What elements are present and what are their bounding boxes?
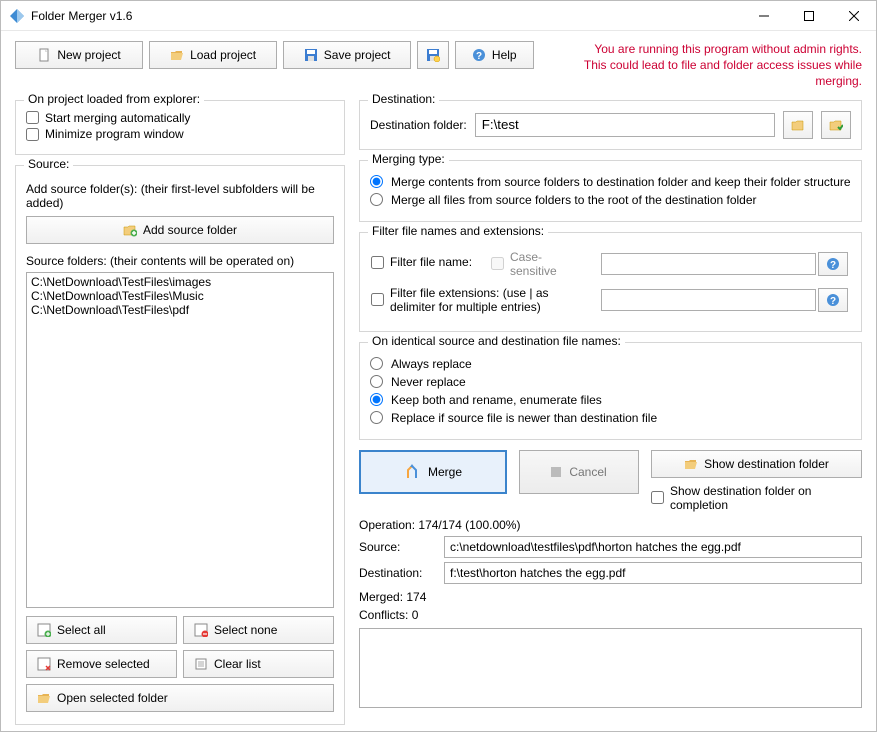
minimize-button[interactable] bbox=[741, 1, 786, 30]
merging-type-group: Merging type: Merge contents from source… bbox=[359, 160, 862, 222]
case-sensitive-checkbox[interactable]: Case-sensitive bbox=[491, 250, 587, 278]
merged-count: Merged: 174 bbox=[359, 590, 862, 604]
never-replace-radio[interactable]: Never replace bbox=[370, 375, 851, 389]
clear-list-button[interactable]: Clear list bbox=[183, 650, 334, 678]
help-button[interactable]: ? Help bbox=[455, 41, 534, 69]
filter-extensions-input[interactable] bbox=[601, 289, 816, 311]
svg-text:?: ? bbox=[830, 260, 836, 271]
window-title: Folder Merger v1.6 bbox=[31, 9, 741, 23]
action-row: Merge Cancel Show destination folder Sho… bbox=[359, 450, 862, 512]
folder-icon bbox=[791, 118, 805, 132]
remove-icon bbox=[37, 657, 51, 671]
destination-legend: Destination: bbox=[368, 92, 439, 106]
load-project-button[interactable]: Load project bbox=[149, 41, 277, 69]
add-source-hint: Add source folder(s): (their first-level… bbox=[26, 182, 334, 210]
new-project-button[interactable]: New project bbox=[15, 41, 143, 69]
help-icon: ? bbox=[826, 257, 840, 271]
always-replace-radio[interactable]: Always replace bbox=[370, 357, 851, 371]
filter-filename-help-button[interactable]: ? bbox=[818, 252, 848, 276]
document-icon bbox=[37, 48, 51, 62]
select-all-button[interactable]: Select all bbox=[26, 616, 177, 644]
operation-destination-value: f:\test\horton hatches the egg.pdf bbox=[444, 562, 862, 584]
list-item[interactable]: C:\NetDownload\TestFiles\images bbox=[31, 275, 329, 289]
show-destination-on-completion-checkbox[interactable]: Show destination folder on completion bbox=[651, 484, 850, 512]
replace-if-newer-radio[interactable]: Replace if source file is newer than des… bbox=[370, 411, 851, 425]
merge-icon bbox=[404, 464, 420, 480]
minimize-window-checkbox[interactable]: Minimize program window bbox=[26, 127, 184, 141]
svg-text:?: ? bbox=[476, 51, 482, 62]
clear-icon bbox=[194, 657, 208, 671]
stop-icon bbox=[551, 467, 561, 477]
filter-group: Filter file names and extensions: Filter… bbox=[359, 232, 862, 332]
filter-filename-checkbox[interactable]: Filter file name: bbox=[371, 255, 472, 269]
keep-both-radio[interactable]: Keep both and rename, enumerate files bbox=[370, 393, 851, 407]
folder-open-icon bbox=[684, 457, 698, 471]
toolbar: New project Load project Save project ? … bbox=[15, 41, 862, 90]
remove-selected-button[interactable]: Remove selected bbox=[26, 650, 177, 678]
merge-to-root-radio[interactable]: Merge all files from source folders to t… bbox=[370, 193, 851, 207]
save-icon bbox=[304, 48, 318, 62]
source-legend: Source: bbox=[24, 157, 73, 171]
show-destination-button[interactable]: Show destination folder bbox=[651, 450, 862, 478]
merge-button[interactable]: Merge bbox=[359, 450, 507, 494]
explorer-options-group: On project loaded from explorer: Start m… bbox=[15, 100, 345, 155]
operation-source-value: c:\netdownload\testfiles\pdf\horton hatc… bbox=[444, 536, 862, 558]
merging-type-legend: Merging type: bbox=[368, 152, 449, 166]
filter-extensions-help-button[interactable]: ? bbox=[818, 288, 848, 312]
svg-text:?: ? bbox=[830, 296, 836, 307]
cancel-button[interactable]: Cancel bbox=[519, 450, 639, 494]
list-item[interactable]: C:\NetDownload\TestFiles\pdf bbox=[31, 303, 329, 317]
filter-extensions-checkbox[interactable]: Filter file extensions: (use | as delimi… bbox=[371, 286, 587, 314]
destination-folder-input[interactable] bbox=[475, 113, 775, 137]
save-as-button[interactable] bbox=[417, 41, 449, 69]
conflicts-count: Conflicts: 0 bbox=[359, 608, 862, 622]
merge-keep-structure-radio[interactable]: Merge contents from source folders to de… bbox=[370, 175, 851, 189]
start-merging-checkbox[interactable]: Start merging automatically bbox=[26, 111, 190, 125]
explorer-legend: On project loaded from explorer: bbox=[24, 92, 204, 106]
admin-warning: You are running this program without adm… bbox=[540, 41, 862, 90]
select-none-icon bbox=[194, 623, 208, 637]
source-folders-list[interactable]: C:\NetDownload\TestFiles\images C:\NetDo… bbox=[26, 272, 334, 608]
folder-add-icon bbox=[123, 223, 137, 237]
identical-legend: On identical source and destination file… bbox=[368, 334, 625, 348]
folder-open-icon bbox=[37, 691, 51, 705]
add-source-folder-button[interactable]: Add source folder bbox=[26, 216, 334, 244]
list-item[interactable]: C:\NetDownload\TestFiles\Music bbox=[31, 289, 329, 303]
folder-check-icon bbox=[829, 118, 843, 132]
app-icon bbox=[9, 8, 25, 24]
operation-destination-label: Destination: bbox=[359, 566, 434, 580]
help-icon: ? bbox=[472, 48, 486, 62]
open-selected-folder-button[interactable]: Open selected folder bbox=[26, 684, 334, 712]
destination-label: Destination folder: bbox=[370, 118, 467, 132]
identical-names-group: On identical source and destination file… bbox=[359, 342, 862, 440]
maximize-button[interactable] bbox=[786, 1, 831, 30]
titlebar: Folder Merger v1.6 bbox=[1, 1, 876, 31]
verify-destination-button[interactable] bbox=[821, 111, 851, 139]
conflicts-list[interactable] bbox=[359, 628, 862, 708]
browse-destination-button[interactable] bbox=[783, 111, 813, 139]
destination-group: Destination: Destination folder: bbox=[359, 100, 862, 150]
filter-legend: Filter file names and extensions: bbox=[368, 224, 548, 238]
operation-status: Operation: 174/174 (100.00%) bbox=[359, 518, 862, 532]
operation-source-label: Source: bbox=[359, 540, 434, 554]
source-folders-label: Source folders: (their contents will be … bbox=[26, 254, 334, 268]
folder-open-icon bbox=[170, 48, 184, 62]
save-project-button[interactable]: Save project bbox=[283, 41, 411, 69]
source-group: Source: Add source folder(s): (their fir… bbox=[15, 165, 345, 725]
help-icon: ? bbox=[826, 293, 840, 307]
window-controls bbox=[741, 1, 876, 30]
select-all-icon bbox=[37, 623, 51, 637]
disk-icon bbox=[426, 48, 440, 62]
select-none-button[interactable]: Select none bbox=[183, 616, 334, 644]
close-button[interactable] bbox=[831, 1, 876, 30]
filter-filename-input[interactable] bbox=[601, 253, 816, 275]
